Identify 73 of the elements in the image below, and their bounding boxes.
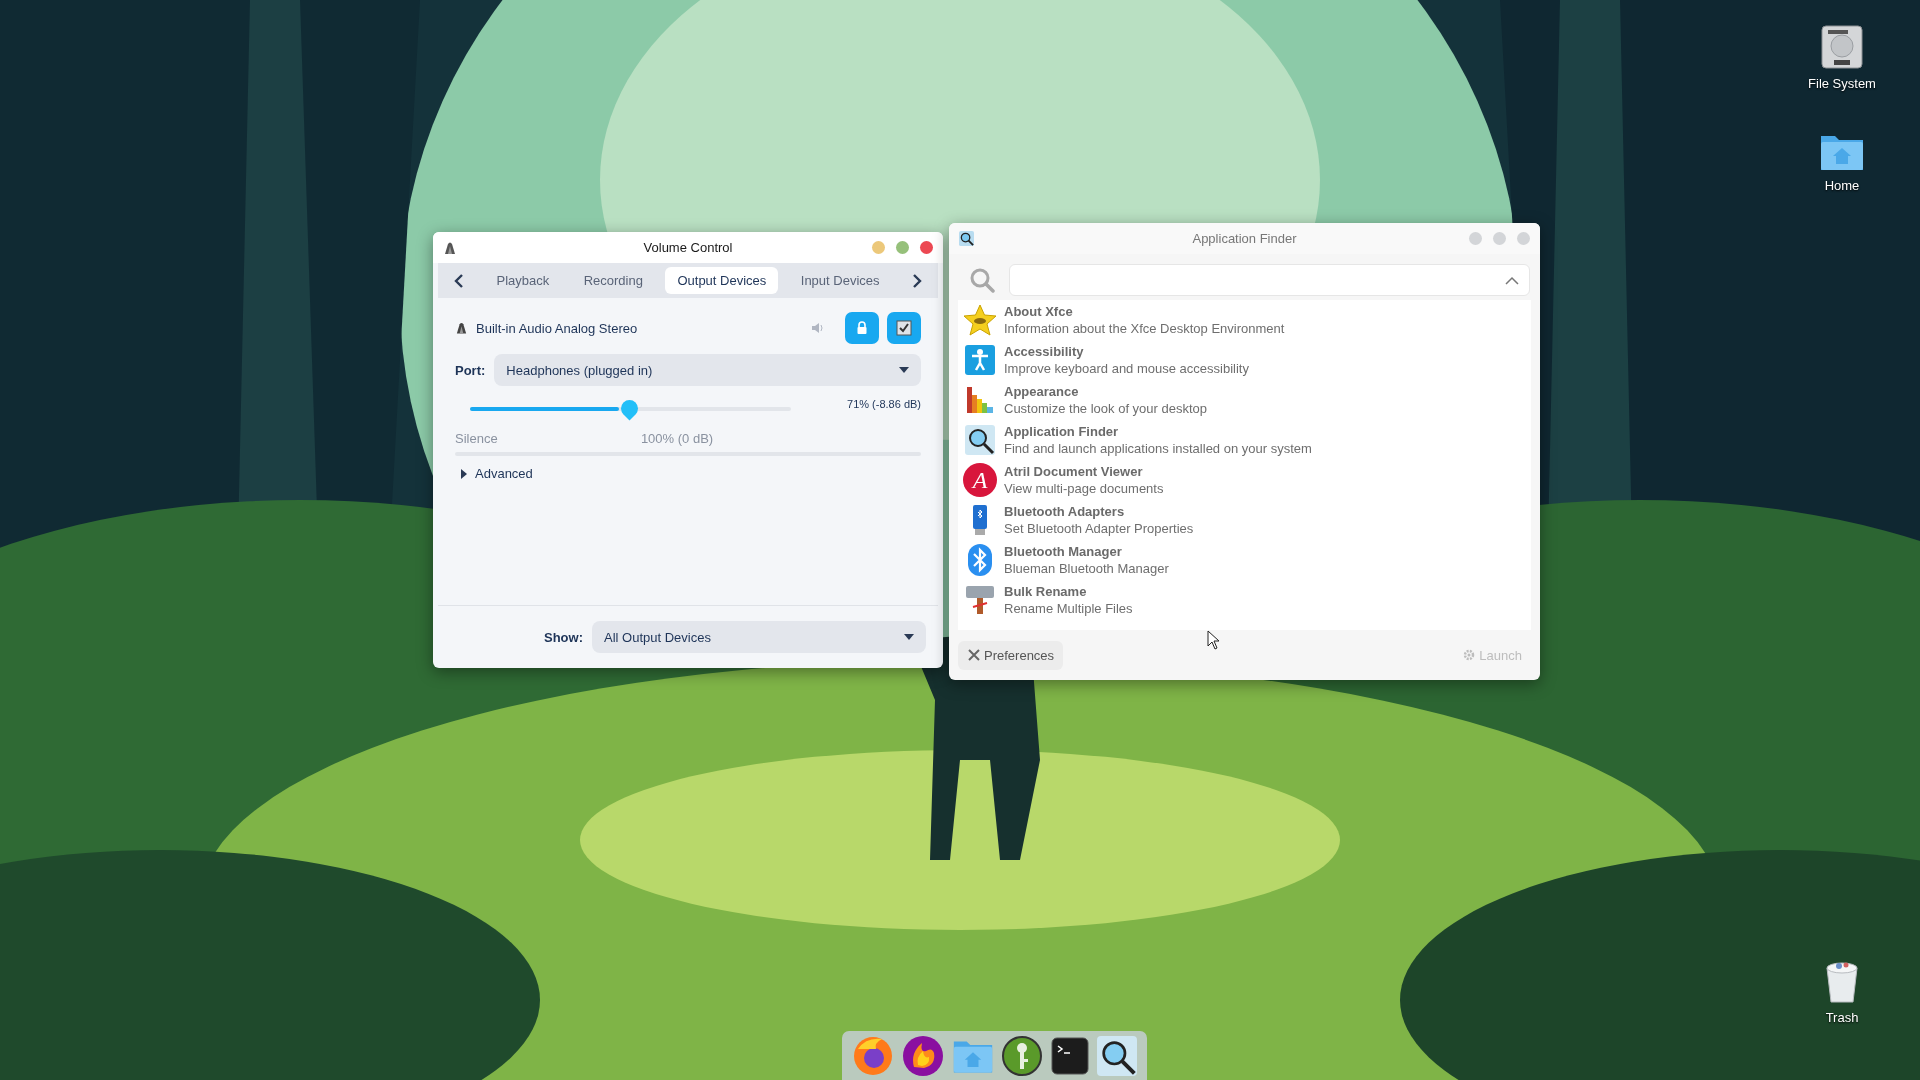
scale-mark-label: Silence xyxy=(455,431,498,446)
checkbox-icon xyxy=(896,320,912,336)
application-name: Bluetooth Adapters xyxy=(1004,503,1126,520)
lock-channels-button[interactable] xyxy=(845,312,879,344)
application-description: Set Bluetooth Adapter Properties xyxy=(1004,520,1194,537)
expander-arrow-icon xyxy=(460,468,468,479)
accessibility-icon xyxy=(965,345,995,375)
flame-icon[interactable] xyxy=(901,1034,944,1077)
application-list-item[interactable]: Accessibility Improve keyboard and mouse accessibility xyxy=(958,340,1531,380)
search-field[interactable] xyxy=(1009,264,1530,296)
application-name: About Xfce xyxy=(1004,303,1074,320)
application-description: Find and launch applications installed on your system xyxy=(1004,440,1312,457)
tab[interactable]: Playback xyxy=(484,267,562,294)
window-title: Application Finder xyxy=(1192,231,1297,246)
lock-icon xyxy=(856,321,868,335)
application-description: Customize the look of your desktop xyxy=(1004,400,1208,417)
application-name: Accessibility xyxy=(1004,343,1085,360)
tab[interactable]: Input Devices xyxy=(788,267,892,294)
search-icon xyxy=(969,267,995,293)
window-title: Volume Control xyxy=(643,240,733,255)
color-swatch-icon xyxy=(965,385,995,415)
application-description: Improve keyboard and mouse accessibility xyxy=(1004,360,1249,377)
key-icon[interactable] xyxy=(1001,1034,1044,1077)
default-device-button[interactable] xyxy=(887,312,921,344)
preferences-button[interactable]: Preferences xyxy=(958,640,1064,670)
trash-icon[interactable] xyxy=(1825,960,1859,1004)
application-name: Bulk Rename xyxy=(1004,583,1088,600)
rename-tool-icon xyxy=(965,585,995,615)
port-label: Port: xyxy=(455,362,486,378)
fox-globe-icon[interactable] xyxy=(851,1034,894,1077)
desktop-icon-label[interactable]: Home xyxy=(1824,178,1860,193)
magnifier-icon[interactable] xyxy=(1097,1035,1138,1076)
show-dropdown[interactable]: All Output Devices xyxy=(592,621,926,653)
magnifier-icon xyxy=(965,425,995,455)
application-list-item[interactable]: Bulk Rename Rename Multiple Files xyxy=(958,580,1531,620)
gear-icon xyxy=(1463,649,1476,661)
application-description: Information about the Xfce Desktop Environment xyxy=(1004,320,1285,337)
application-description: Rename Multiple Files xyxy=(1004,600,1133,617)
application-name: Application Finder xyxy=(1004,423,1120,440)
application-list-item[interactable]: Appearance Customize the look of your desktop xyxy=(958,380,1531,420)
star-icon xyxy=(963,304,997,336)
desktop-icon-label[interactable]: File System xyxy=(1808,76,1876,91)
advanced-expander[interactable]: Advanced xyxy=(455,466,921,481)
show-label: Show: xyxy=(544,629,583,645)
port-dropdown[interactable]: Headphones (plugged in) xyxy=(494,354,921,386)
application-list-item[interactable]: A Atril Document Viewer View multi-page documents xyxy=(958,460,1531,500)
dropdown-arrow-icon xyxy=(899,367,909,373)
terminal-icon[interactable] xyxy=(1051,1036,1090,1075)
application-description: Blueman Bluetooth Manager xyxy=(1004,560,1169,577)
document-viewer-icon: A xyxy=(963,463,997,497)
bluetooth-icon xyxy=(967,543,993,577)
magnifier-icon xyxy=(959,231,974,246)
volume-reading: 71% (-8.86 dB) xyxy=(847,398,921,410)
application-list-item[interactable]: Bluetooth Manager Blueman Bluetooth Manager xyxy=(958,540,1531,580)
device-name: Built-in Audio Analog Stereo xyxy=(476,320,638,336)
application-list-item[interactable]: About Xfce Information about the Xfce Desktop Environment xyxy=(958,300,1531,340)
application-list-item[interactable]: Bluetooth Adapters Set Bluetooth Adapter Properties xyxy=(958,500,1531,540)
application-list-item[interactable]: Application Finder Find and launch applications installed on your system xyxy=(958,420,1531,460)
collapse-icon[interactable] xyxy=(1505,275,1519,285)
scale-mark-label: 100% (0 dB) xyxy=(640,431,714,446)
application-name: Atril Document Viewer xyxy=(1004,463,1144,480)
desktop-icon-label[interactable]: Trash xyxy=(1825,1010,1859,1025)
hard-drive-icon[interactable] xyxy=(1820,24,1864,70)
chevron-right-icon xyxy=(912,272,922,289)
application-description: View multi-page documents xyxy=(1004,480,1164,497)
tab[interactable]: Output Devices xyxy=(665,267,779,294)
chevron-left-icon xyxy=(454,272,464,289)
tab[interactable]: Recording xyxy=(571,267,655,294)
usb-adapter-icon xyxy=(971,504,989,536)
application-name: Appearance xyxy=(1004,383,1080,400)
dropdown-arrow-icon xyxy=(904,634,914,640)
application-name: Bluetooth Manager xyxy=(1004,543,1123,560)
close-button[interactable] xyxy=(920,241,933,254)
